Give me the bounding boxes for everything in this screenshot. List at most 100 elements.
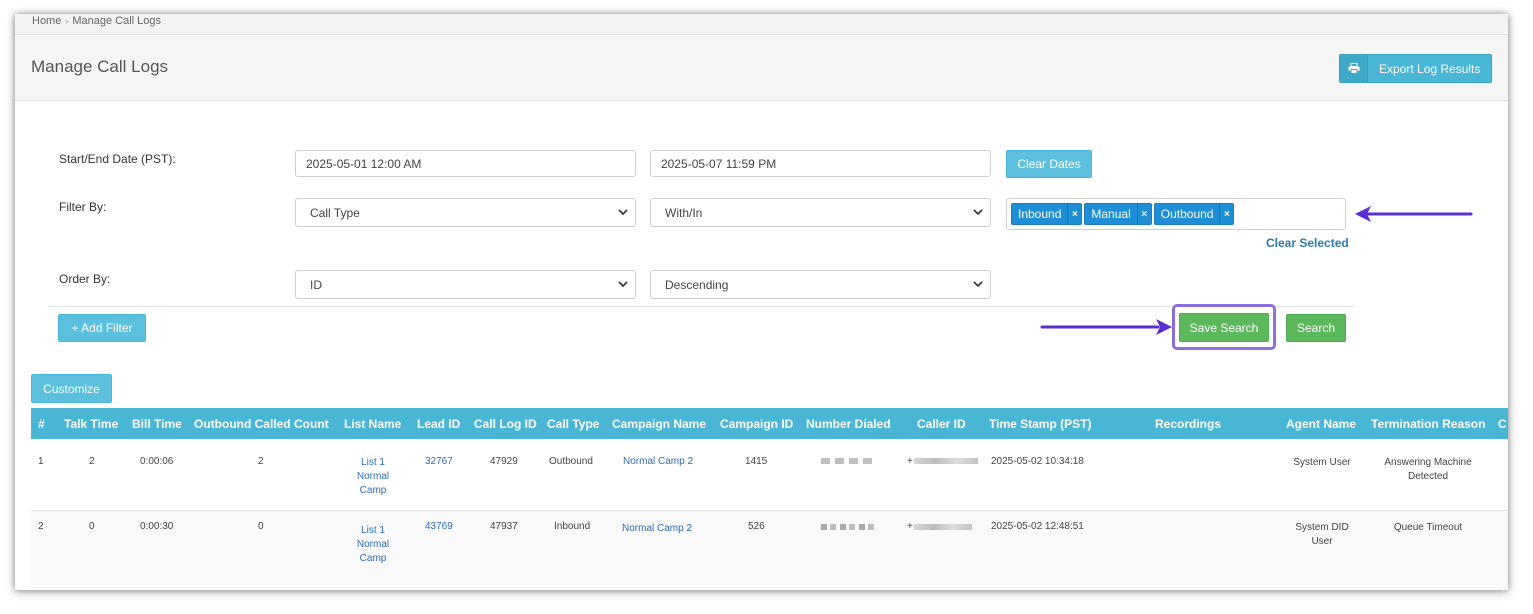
order-direction-value: Descending (665, 277, 729, 292)
cell-talk-time: 2 (89, 456, 95, 467)
cell-agent-name: System User (1282, 456, 1362, 470)
column-header[interactable]: Campaign Name (612, 417, 706, 431)
column-header[interactable]: Bill Time (132, 417, 182, 431)
cell-outbound-count: 2 (258, 456, 264, 467)
export-log-results-button[interactable]: Export Log Results (1339, 54, 1492, 83)
cell-number: 2 (38, 521, 44, 532)
filter-field-value: Call Type (310, 205, 360, 220)
save-search-button[interactable]: Save Search (1179, 313, 1269, 342)
page-header: Manage Call Logs Export Log Results (15, 35, 1508, 101)
cell-termination-reason: Answering Machine Detected (1373, 456, 1483, 484)
date-range-label: Start/End Date (PST): (59, 152, 176, 166)
start-date-value: 2025-05-01 12:00 AM (306, 156, 422, 171)
order-field-select[interactable]: ID (295, 270, 636, 299)
filter-by-label: Filter By: (59, 200, 107, 214)
filter-values-multiselect[interactable]: Inbound × Manual × Outbound × (1006, 198, 1346, 230)
cell-timestamp: 2025-05-02 12:48:51 (991, 521, 1084, 532)
column-header[interactable]: Number Dialed (806, 417, 891, 431)
order-direction-select[interactable]: Descending (650, 270, 991, 299)
list-name-line: List 1 (361, 525, 385, 536)
list-name-line: Normal (356, 471, 390, 482)
agent-name-line: System DID (1295, 522, 1349, 533)
redacted-caller-id (914, 458, 978, 464)
annotation-arrow-icon (1040, 319, 1172, 335)
breadcrumb-current: Manage Call Logs (72, 15, 162, 27)
cell-caller-id-prefix: + (907, 521, 913, 532)
column-header[interactable]: Outbound Called Count (194, 417, 329, 431)
tag-manual: Manual × (1084, 203, 1152, 225)
table-row: 1 2 0:00:06 2 List 1 Normal Camp 32767 4… (31, 439, 1508, 511)
call-logs-table: # Talk Time Bill Time Outbound Called Co… (31, 408, 1508, 589)
list-name-line: List 1 (361, 457, 385, 468)
tag-label: Inbound (1018, 207, 1062, 221)
chevron-down-icon (618, 281, 628, 288)
termination-reason-line: Detected (1407, 471, 1449, 482)
breadcrumb-separator-icon: › (65, 16, 69, 26)
list-name-line: Camp (359, 553, 387, 564)
column-header[interactable]: Campaign ID (720, 417, 793, 431)
order-field-value: ID (310, 277, 322, 292)
page-title: Manage Call Logs (31, 57, 169, 76)
column-header[interactable]: Lead ID (417, 417, 460, 431)
column-header[interactable]: C (1498, 417, 1507, 431)
cell-call-type: Outbound (549, 456, 593, 467)
column-header[interactable]: Termination Reason (1371, 417, 1485, 431)
export-log-results-label: Export Log Results (1379, 61, 1481, 76)
clear-dates-button[interactable]: Clear Dates (1006, 150, 1092, 178)
end-date-value: 2025-05-07 11:59 PM (661, 156, 777, 171)
start-date-input[interactable]: 2025-05-01 12:00 AM (295, 150, 636, 177)
breadcrumb: Home › Manage Call Logs (32, 15, 161, 27)
list-name-line: Normal (356, 539, 390, 550)
table-row: 2 0 0:00:30 0 List 1 Normal Camp 43769 4… (31, 511, 1508, 589)
chevron-down-icon (618, 209, 628, 216)
cell-campaign-id: 1415 (745, 456, 768, 467)
cell-call-log-id: 47937 (490, 521, 518, 532)
cell-outbound-count: 0 (258, 521, 264, 532)
cell-call-log-id: 47929 (490, 456, 518, 467)
chevron-down-icon (973, 281, 983, 288)
search-button[interactable]: Search (1286, 314, 1346, 342)
column-header[interactable]: Call Type (547, 417, 599, 431)
cell-lead-id-link[interactable]: 43769 (425, 521, 453, 532)
tag-label: Manual (1091, 207, 1131, 221)
tag-outbound: Outbound × (1153, 203, 1235, 225)
cell-campaign-id: 526 (748, 521, 765, 532)
add-filter-button[interactable]: + Add Filter (58, 314, 146, 342)
cell-campaign-name-link[interactable]: Normal Camp 2 (623, 456, 693, 467)
cell-bill-time: 0:00:30 (140, 521, 174, 532)
cell-talk-time: 0 (89, 521, 95, 532)
column-header[interactable]: List Name (344, 417, 401, 431)
column-header[interactable]: Agent Name (1286, 417, 1356, 431)
filter-operator-select[interactable]: With/In (650, 198, 991, 227)
cell-caller-id-prefix: + (907, 456, 913, 467)
column-header[interactable]: Recordings (1155, 417, 1221, 431)
tag-remove-icon[interactable]: × (1136, 204, 1151, 224)
agent-name-line: User (1311, 536, 1333, 547)
clear-selected-link[interactable]: Clear Selected (1266, 236, 1349, 250)
cell-list-name[interactable]: List 1 Normal Camp (349, 524, 397, 566)
divider (48, 306, 1354, 307)
customize-button[interactable]: Customize (31, 374, 112, 403)
column-header[interactable]: Time Stamp (PST) (989, 417, 1091, 431)
cell-campaign-name-link[interactable]: Normal Camp 2 (622, 523, 692, 534)
order-by-label: Order By: (59, 272, 111, 286)
annotation-arrow-icon (1355, 206, 1473, 222)
column-header[interactable]: Call Log ID (474, 417, 537, 431)
tag-label: Outbound (1160, 207, 1214, 221)
column-header[interactable]: # (38, 417, 45, 431)
table-header: # Talk Time Bill Time Outbound Called Co… (31, 408, 1508, 439)
column-header[interactable]: Caller ID (917, 417, 966, 431)
app-window: Home › Manage Call Logs Manage Call Logs E… (15, 14, 1508, 590)
filter-field-select[interactable]: Call Type (295, 198, 636, 227)
redacted-number-dialed (821, 524, 876, 530)
tag-remove-icon[interactable]: × (1219, 204, 1233, 224)
tag-remove-icon[interactable]: × (1067, 204, 1081, 224)
end-date-input[interactable]: 2025-05-07 11:59 PM (650, 150, 991, 177)
breadcrumb-home[interactable]: Home (32, 15, 61, 27)
cell-lead-id-link[interactable]: 32767 (425, 456, 453, 467)
column-header[interactable]: Talk Time (64, 417, 118, 431)
filter-operator-value: With/In (665, 205, 703, 220)
cell-list-name[interactable]: List 1 Normal Camp (349, 456, 397, 498)
redacted-number-dialed (821, 458, 876, 464)
termination-reason-line: Queue Timeout (1393, 522, 1463, 533)
